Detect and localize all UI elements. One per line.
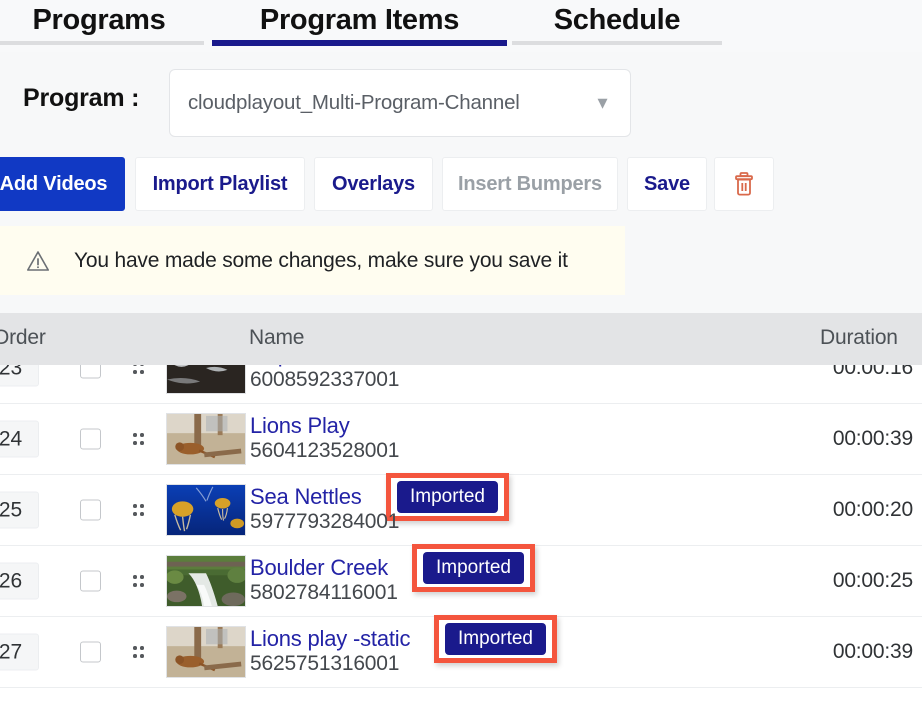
- row-title-line: Lions play -static: [250, 624, 410, 654]
- tab-schedule-label: Schedule: [553, 4, 681, 36]
- status-badge: Imported: [445, 623, 546, 655]
- tab-program-items-underline: [212, 40, 507, 46]
- tab-programs[interactable]: Programs: [0, 0, 204, 52]
- add-videos-label: Add Videos: [0, 172, 108, 195]
- video-thumbnail: [166, 365, 246, 394]
- unsaved-changes-banner: You have made some changes, make sure yo…: [0, 226, 625, 295]
- video-title-link[interactable]: Boulder Creek: [250, 555, 388, 581]
- insert-bumpers-button: Insert Bumpers: [442, 157, 618, 211]
- row-select-checkbox[interactable]: [80, 365, 101, 379]
- delete-button[interactable]: [714, 157, 774, 211]
- save-label: Save: [644, 172, 690, 195]
- add-videos-button[interactable]: Add Videos: [0, 157, 125, 211]
- row-title-line: Lions Play: [250, 411, 350, 441]
- trash-icon: [735, 172, 753, 196]
- video-title-link[interactable]: Lions Play: [250, 413, 350, 439]
- video-id: 5802784116001: [250, 581, 398, 604]
- import-playlist-button[interactable]: Import Playlist: [135, 157, 305, 211]
- row-name-cell: Boulder Creek Imported 5802784116001: [250, 544, 810, 609]
- warning-triangle-icon: [27, 250, 49, 271]
- row-order-number[interactable]: 24: [0, 420, 39, 458]
- chevron-down-icon: ▼: [594, 93, 611, 113]
- table-row[interactable]: 25 Sea Nettles Imported 5977793284001 00:00:…: [0, 473, 922, 546]
- action-toolbar: Add Videos Import Playlist Overlays Inse…: [0, 157, 922, 211]
- program-select[interactable]: cloudplayout_Multi-Program-Channel ▼: [169, 69, 631, 137]
- drag-handle-icon[interactable]: [132, 572, 146, 590]
- program-items-table: 23 Captions6008592337001 00:00:16 24 Lions P…: [0, 365, 922, 702]
- table-row[interactable]: 26 Boulder Creek Imported 5802784116001 00:0…: [0, 544, 922, 617]
- imported-badge-highlight: Imported: [386, 473, 509, 521]
- tab-schedule-underline: [512, 41, 722, 45]
- column-header-duration[interactable]: Duration: [820, 326, 898, 350]
- video-id: 5977793284001: [250, 510, 400, 533]
- row-name-cell: Lions Play 5604123528001: [250, 411, 810, 467]
- row-name-cell: Lions play -static Imported 5625751316001: [250, 615, 810, 680]
- row-order-number[interactable]: 27: [0, 633, 39, 671]
- row-select-checkbox[interactable]: [80, 499, 101, 521]
- row-duration: 00:00:16: [832, 365, 913, 379]
- row-order-number[interactable]: 26: [0, 562, 39, 600]
- tab-programs-underline: [0, 41, 204, 45]
- table-header: Order Name Duration: [0, 313, 922, 365]
- tab-programs-label: Programs: [32, 4, 166, 36]
- row-order-number[interactable]: 25: [0, 491, 39, 529]
- video-title-link[interactable]: Sea Nettles: [250, 484, 362, 510]
- video-thumbnail: [166, 484, 246, 536]
- row-title-line: Sea Nettles: [250, 482, 362, 512]
- drag-handle-icon[interactable]: [132, 501, 146, 519]
- tab-program-items-label: Program Items: [259, 4, 460, 36]
- row-duration: 00:00:39: [832, 427, 913, 450]
- program-label: Program :: [23, 84, 140, 112]
- tab-bar: Programs Program Items Schedule: [0, 0, 922, 52]
- row-duration: 00:00:20: [832, 498, 913, 521]
- column-header-order[interactable]: Order: [0, 326, 46, 350]
- row-select-checkbox[interactable]: [80, 570, 101, 592]
- drag-handle-icon[interactable]: [132, 430, 146, 448]
- drag-handle-icon[interactable]: [132, 643, 146, 661]
- row-order-number[interactable]: 23: [0, 365, 39, 387]
- row-name-cell: Captions6008592337001: [250, 365, 810, 396]
- row-name-cell: Sea Nettles Imported 5977793284001: [250, 473, 810, 538]
- video-id: 6008592337001: [250, 368, 400, 391]
- unsaved-changes-text: You have made some changes, make sure yo…: [74, 248, 568, 272]
- video-id: 5604123528001: [250, 439, 400, 462]
- video-thumbnail: [166, 626, 246, 678]
- row-select-checkbox[interactable]: [80, 641, 101, 663]
- program-select-value: cloudplayout_Multi-Program-Channel: [188, 91, 520, 114]
- video-thumbnail: [166, 555, 246, 607]
- row-title-line: Boulder Creek: [250, 553, 388, 583]
- insert-bumpers-label: Insert Bumpers: [458, 172, 602, 195]
- status-badge: Imported: [397, 481, 498, 513]
- tab-schedule[interactable]: Schedule: [512, 0, 722, 52]
- row-select-checkbox[interactable]: [80, 428, 101, 450]
- table-row[interactable]: 24 Lions Play 5604123528001 00:00:39: [0, 404, 922, 475]
- row-duration: 00:00:39: [832, 640, 913, 663]
- overlays-button[interactable]: Overlays: [314, 157, 433, 211]
- video-thumbnail: [166, 413, 246, 465]
- video-title-link[interactable]: Lions play -static: [250, 626, 410, 652]
- drag-handle-icon[interactable]: [132, 365, 146, 377]
- table-row[interactable]: 27 Lions play -static Imported 562575131600…: [0, 615, 922, 688]
- video-id: 5625751316001: [250, 652, 400, 675]
- imported-badge-highlight: Imported: [412, 544, 535, 592]
- row-duration: 00:00:25: [832, 569, 913, 592]
- save-button[interactable]: Save: [627, 157, 707, 211]
- status-badge: Imported: [423, 552, 524, 584]
- table-row[interactable]: 23 Captions6008592337001 00:00:16: [0, 365, 922, 404]
- tab-program-items[interactable]: Program Items: [212, 0, 507, 52]
- import-playlist-label: Import Playlist: [152, 172, 288, 195]
- column-header-name[interactable]: Name: [249, 326, 304, 350]
- overlays-label: Overlays: [332, 172, 415, 195]
- imported-badge-highlight: Imported: [434, 615, 557, 663]
- program-selector-row: Program : cloudplayout_Multi-Program-Cha…: [0, 56, 922, 152]
- program-items-page: Programs Program Items Schedule Program …: [0, 0, 922, 702]
